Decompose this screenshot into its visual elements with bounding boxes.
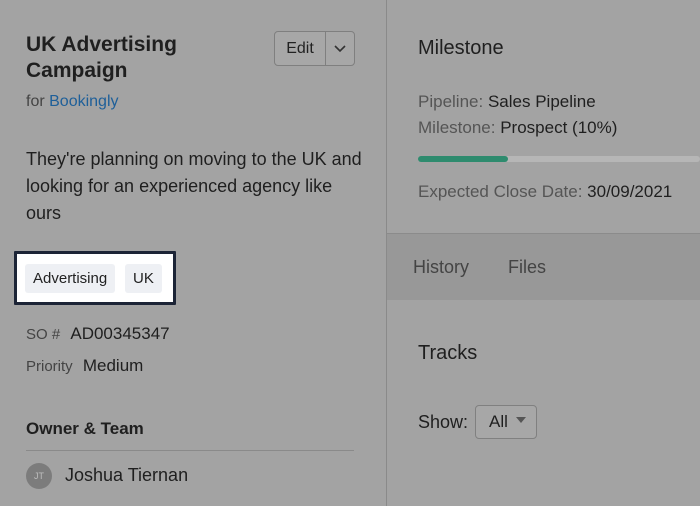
- tab-history[interactable]: History: [413, 257, 469, 278]
- milestone-progress-fill: [418, 156, 509, 162]
- milestone-label: Milestone:: [418, 118, 496, 137]
- deal-description: They're planning on moving to the UK and…: [26, 149, 362, 223]
- owner-name[interactable]: Joshua Tiernan: [65, 465, 188, 486]
- deal-summary-panel: UK Advertising Campaign Edit for Booking…: [0, 0, 386, 506]
- so-number-row: SO # AD00345347: [26, 324, 170, 344]
- priority-label: Priority: [26, 358, 73, 375]
- tag-uk[interactable]: UK: [125, 264, 162, 293]
- milestone-row: Milestone: Prospect (10%): [418, 118, 617, 138]
- show-filter-value: All: [489, 412, 508, 431]
- tracks-section: [387, 300, 700, 506]
- priority-value: Medium: [82, 356, 144, 375]
- tab-files[interactable]: Files: [508, 257, 546, 278]
- edit-button[interactable]: Edit: [275, 32, 326, 65]
- section-divider: [26, 450, 354, 451]
- avatar: JT: [26, 463, 52, 489]
- pipeline-value: Sales Pipeline: [487, 92, 596, 111]
- edit-options-button[interactable]: [326, 32, 354, 65]
- milestone-progress-bar: [418, 156, 700, 162]
- milestone-heading: Milestone: [418, 37, 504, 59]
- so-number-value: AD00345347: [70, 324, 170, 343]
- chevron-down-icon: [334, 44, 346, 52]
- tags-highlight-box: Advertising UK: [14, 251, 176, 305]
- caret-down-icon: [516, 417, 526, 423]
- show-filter-select[interactable]: All: [475, 405, 537, 439]
- for-prefix: for: [26, 93, 45, 110]
- close-date-value: 30/09/2021: [587, 182, 673, 201]
- deal-company-line: for Bookingly: [26, 93, 119, 111]
- show-filter-label: Show:: [418, 412, 469, 432]
- so-number-label: SO #: [26, 326, 61, 343]
- company-link[interactable]: Bookingly: [49, 93, 118, 110]
- edit-button-group[interactable]: Edit: [274, 31, 355, 66]
- milestone-section: Milestone Pipeline: Sales Pipeline Miles…: [387, 0, 700, 233]
- tracks-heading: Tracks: [418, 342, 478, 364]
- owner-team-heading: Owner & Team: [26, 419, 144, 438]
- tag-advertising[interactable]: Advertising: [25, 264, 116, 293]
- pipeline-label: Pipeline:: [418, 92, 484, 111]
- close-date-label: Expected Close Date:: [418, 182, 583, 201]
- deal-detail-panel: Milestone Pipeline: Sales Pipeline Miles…: [387, 0, 700, 506]
- deal-title: UK Advertising Campaign: [26, 33, 177, 82]
- pipeline-row: Pipeline: Sales Pipeline: [418, 92, 596, 112]
- close-date-row: Expected Close Date: 30/09/2021: [418, 182, 672, 202]
- milestone-value: Prospect (10%): [500, 118, 618, 137]
- priority-row: Priority Medium: [26, 356, 143, 376]
